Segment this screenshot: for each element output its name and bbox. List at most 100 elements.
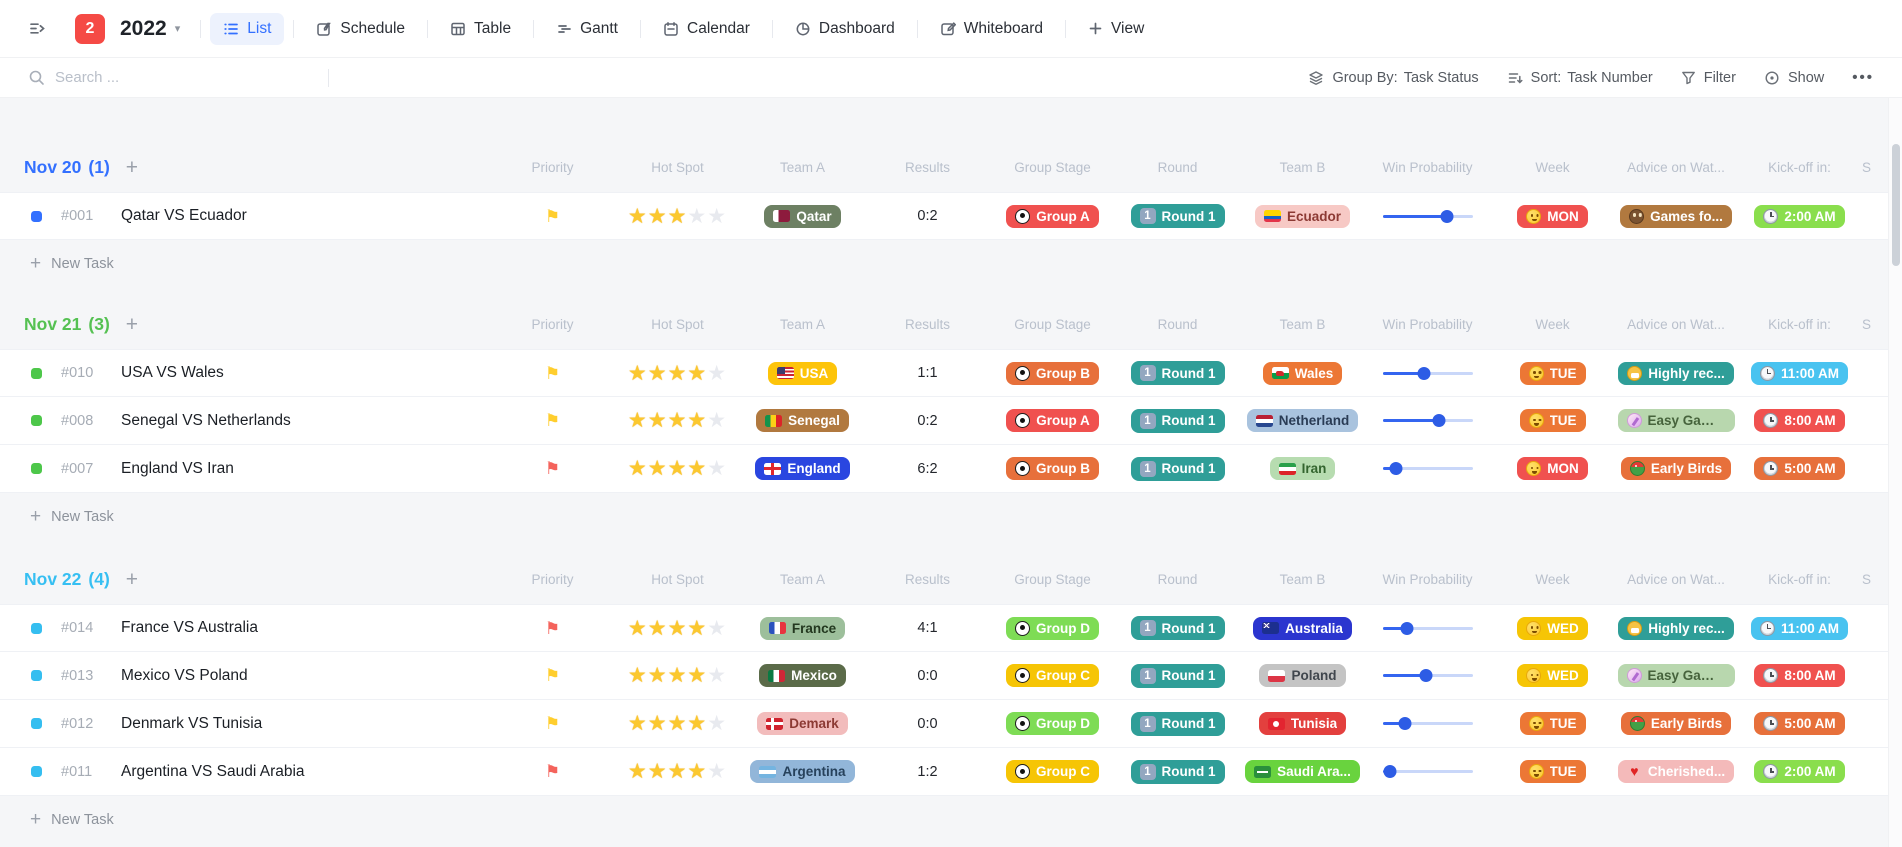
slider-thumb[interactable] xyxy=(1419,669,1432,682)
win-probability-slider[interactable] xyxy=(1383,414,1473,428)
scrollbar-thumb[interactable] xyxy=(1892,144,1900,266)
filter-button[interactable]: Filter xyxy=(1681,70,1736,86)
kickoff-tag[interactable]: 2:00 AM xyxy=(1754,205,1844,228)
search-box[interactable] xyxy=(28,69,328,86)
team-b-tag[interactable]: Ecuador xyxy=(1255,205,1350,228)
tab-gantt[interactable]: Gantt xyxy=(543,13,631,45)
priority-flag-icon[interactable]: ⚑ xyxy=(545,412,560,429)
show-button[interactable]: Show xyxy=(1764,70,1824,86)
win-probability-slider[interactable] xyxy=(1383,765,1473,779)
round-tag[interactable]: 1Round 1 xyxy=(1131,760,1225,784)
advice-tag[interactable]: Highly rec... xyxy=(1618,362,1734,385)
win-probability-slider[interactable] xyxy=(1383,621,1473,635)
more-actions-button[interactable]: ••• xyxy=(1852,69,1874,86)
kickoff-tag[interactable]: 5:00 AM xyxy=(1754,712,1844,735)
add-task-to-group-button[interactable]: + xyxy=(126,569,138,590)
new-task-button[interactable]: +New Task xyxy=(0,796,1902,843)
hot-spot-rating[interactable]: ★★★★★ xyxy=(615,665,740,686)
team-a-tag[interactable]: England xyxy=(755,457,849,480)
task-status-bullet[interactable] xyxy=(31,211,42,222)
week-tag[interactable]: MON xyxy=(1517,205,1588,228)
win-probability-slider[interactable] xyxy=(1383,669,1473,683)
team-a-tag[interactable]: Mexico xyxy=(759,664,846,687)
search-input[interactable] xyxy=(55,69,285,86)
advice-tag[interactable]: ♥Cherished... xyxy=(1618,760,1734,783)
tab-list[interactable]: List xyxy=(210,13,284,45)
group-stage-tag[interactable]: Group A xyxy=(1006,409,1099,432)
task-title[interactable]: England VS Iran xyxy=(121,460,234,478)
team-a-tag[interactable]: France xyxy=(760,617,845,640)
kickoff-tag[interactable]: 11:00 AM xyxy=(1751,362,1848,385)
task-title[interactable]: USA VS Wales xyxy=(121,364,224,382)
team-b-tag[interactable]: Australia xyxy=(1253,617,1352,640)
kickoff-tag[interactable]: 8:00 AM xyxy=(1754,664,1844,687)
slider-thumb[interactable] xyxy=(1417,367,1430,380)
group-stage-tag[interactable]: Group B xyxy=(1006,457,1099,480)
task-status-bullet[interactable] xyxy=(31,766,42,777)
win-probability-slider[interactable] xyxy=(1383,462,1473,476)
slider-thumb[interactable] xyxy=(1390,462,1403,475)
week-tag[interactable]: TUE xyxy=(1520,409,1586,432)
week-tag[interactable]: TUE xyxy=(1520,712,1586,735)
add-task-to-group-button[interactable]: + xyxy=(126,157,138,178)
group-stage-tag[interactable]: Group A xyxy=(1006,205,1099,228)
slider-thumb[interactable] xyxy=(1400,622,1413,635)
task-title[interactable]: Qatar VS Ecuador xyxy=(121,207,247,225)
win-probability-slider[interactable] xyxy=(1383,717,1473,731)
hot-spot-rating[interactable]: ★★★★★ xyxy=(615,713,740,734)
team-b-tag[interactable]: Netherland xyxy=(1247,409,1359,432)
team-a-tag[interactable]: Demark xyxy=(757,712,848,735)
task-status-bullet[interactable] xyxy=(31,463,42,474)
week-tag[interactable]: MON xyxy=(1517,457,1588,480)
kickoff-tag[interactable]: 5:00 AM xyxy=(1754,457,1844,480)
slider-thumb[interactable] xyxy=(1399,717,1412,730)
task-title[interactable]: Argentina VS Saudi Arabia xyxy=(121,763,305,781)
task-title[interactable]: Denmark VS Tunisia xyxy=(121,715,262,733)
advice-tag[interactable]: Highly rec... xyxy=(1618,617,1734,640)
priority-flag-icon[interactable]: ⚑ xyxy=(545,715,560,732)
task-status-bullet[interactable] xyxy=(31,718,42,729)
week-tag[interactable]: WED xyxy=(1517,664,1588,687)
slider-thumb[interactable] xyxy=(1383,765,1396,778)
hot-spot-rating[interactable]: ★★★★★ xyxy=(615,761,740,782)
week-tag[interactable]: TUE xyxy=(1520,362,1586,385)
team-a-tag[interactable]: Argentina xyxy=(750,760,854,783)
priority-flag-icon[interactable]: ⚑ xyxy=(545,620,560,637)
advice-tag[interactable]: Early Birds xyxy=(1621,712,1731,735)
team-b-tag[interactable]: Tunisia xyxy=(1259,712,1346,735)
team-b-tag[interactable]: Poland xyxy=(1259,664,1345,687)
add-task-to-group-button[interactable]: + xyxy=(126,314,138,335)
team-b-tag[interactable]: Saudi Ara... xyxy=(1245,760,1360,783)
team-b-tag[interactable]: Iran xyxy=(1270,457,1336,480)
kickoff-tag[interactable]: 8:00 AM xyxy=(1754,409,1844,432)
advice-tag[interactable]: Games fo... xyxy=(1620,205,1732,228)
priority-flag-icon[interactable]: ⚑ xyxy=(545,365,560,382)
team-a-tag[interactable]: USA xyxy=(768,362,838,385)
group-stage-tag[interactable]: Group B xyxy=(1006,362,1099,385)
priority-flag-icon[interactable]: ⚑ xyxy=(545,208,560,225)
week-tag[interactable]: TUE xyxy=(1520,760,1586,783)
kickoff-tag[interactable]: 2:00 AM xyxy=(1754,760,1844,783)
tab-whiteboard[interactable]: Whiteboard xyxy=(927,13,1056,45)
new-task-button[interactable]: +New Task xyxy=(0,493,1902,540)
slider-thumb[interactable] xyxy=(1441,210,1454,223)
sort-button[interactable]: Sort: Task Number xyxy=(1507,70,1653,86)
round-tag[interactable]: 1Round 1 xyxy=(1131,361,1225,385)
priority-flag-icon[interactable]: ⚑ xyxy=(545,667,560,684)
team-a-tag[interactable]: Senegal xyxy=(756,409,849,432)
kickoff-tag[interactable]: 11:00 AM xyxy=(1751,617,1848,640)
task-title[interactable]: Senegal VS Netherlands xyxy=(121,412,291,430)
win-probability-slider[interactable] xyxy=(1383,366,1473,380)
advice-tag[interactable]: Early Birds xyxy=(1621,457,1731,480)
round-tag[interactable]: 1Round 1 xyxy=(1131,409,1225,433)
hot-spot-rating[interactable]: ★★★★★ xyxy=(615,206,740,227)
group-stage-tag[interactable]: Group D xyxy=(1006,712,1099,735)
group-stage-tag[interactable]: Group C xyxy=(1006,664,1099,687)
task-status-bullet[interactable] xyxy=(31,623,42,634)
new-task-button[interactable]: +New Task xyxy=(0,240,1902,287)
hot-spot-rating[interactable]: ★★★★★ xyxy=(615,363,740,384)
priority-flag-icon[interactable]: ⚑ xyxy=(545,763,560,780)
tab-schedule[interactable]: Schedule xyxy=(303,13,418,45)
win-probability-slider[interactable] xyxy=(1383,209,1473,223)
hot-spot-rating[interactable]: ★★★★★ xyxy=(615,410,740,431)
